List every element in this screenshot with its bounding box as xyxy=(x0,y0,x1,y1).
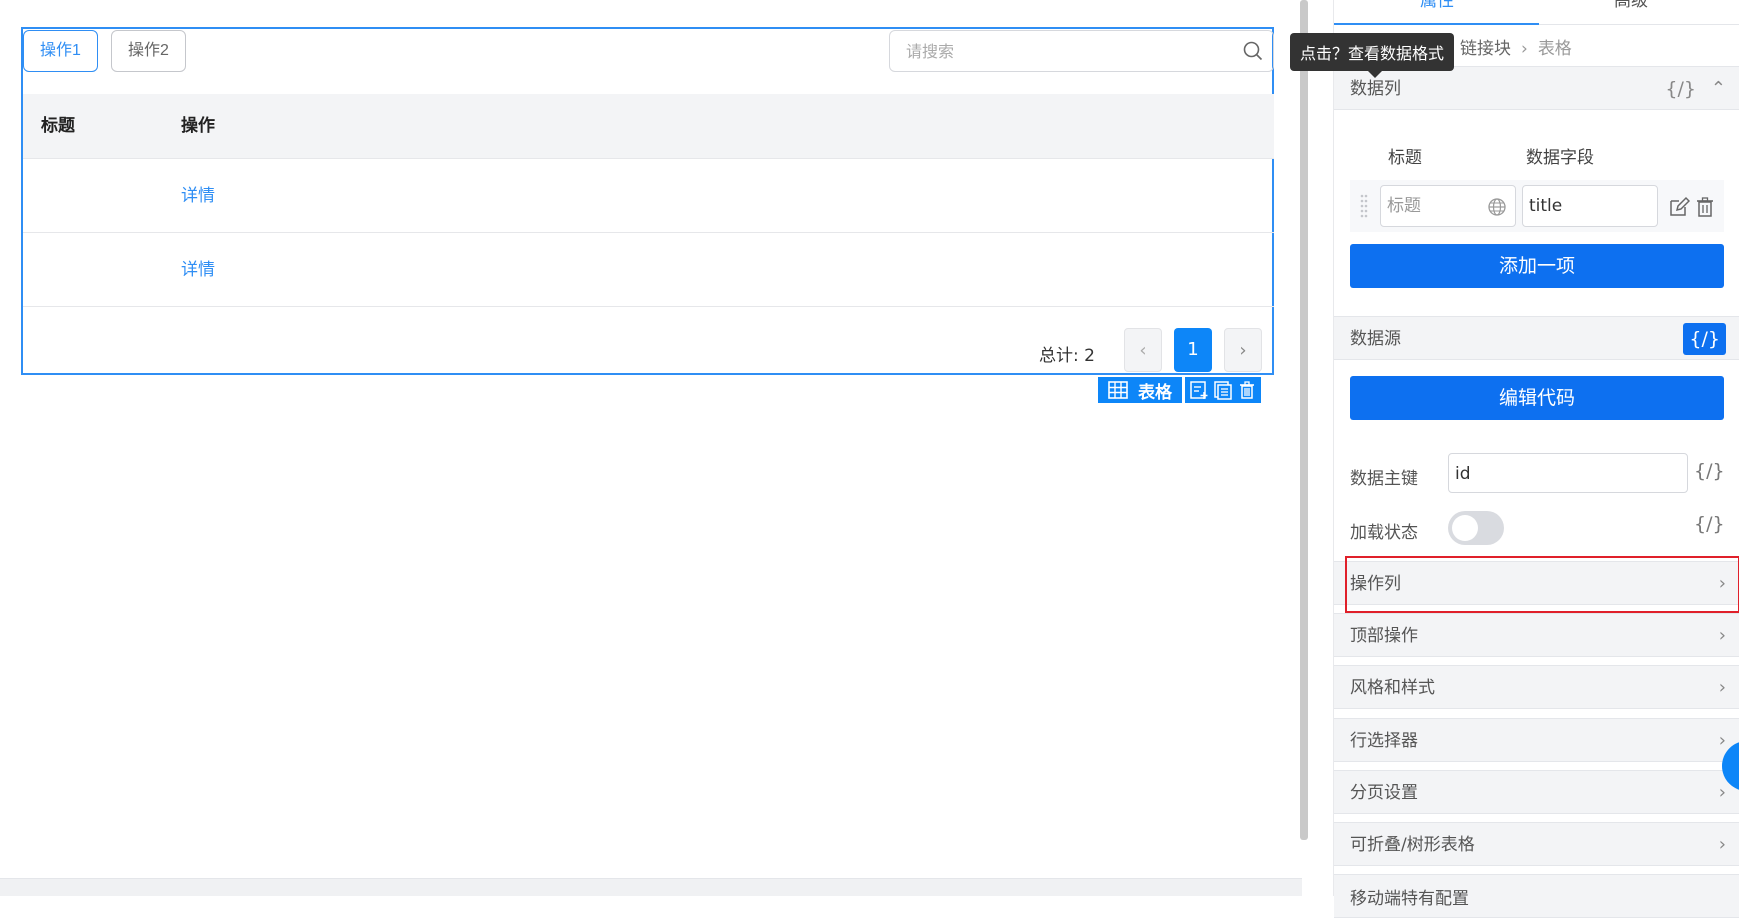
section-title: 数据源 xyxy=(1350,329,1401,349)
search-input[interactable] xyxy=(906,31,1206,71)
section-title: 风格和样式 xyxy=(1350,678,1435,698)
column-header-title[interactable]: 标题 xyxy=(41,94,75,159)
chevron-right-icon: › xyxy=(1718,834,1726,855)
drag-handle-icon[interactable] xyxy=(1360,194,1368,218)
component-actions xyxy=(1185,377,1261,403)
add-item-button[interactable]: 添加一项 xyxy=(1350,244,1724,288)
component-toolbar: 表格 xyxy=(1098,377,1261,403)
loading-state-label: 加载状态 xyxy=(1350,523,1418,543)
table-component[interactable]: 操作1 操作2 标题 操作 详情 详情 总计: 2 ‹ 1 › xyxy=(21,27,1274,375)
section-tree-table[interactable]: 可折叠/树形表格 › xyxy=(1334,822,1739,866)
total-count: 总计: 2 xyxy=(1039,346,1095,366)
code-icon[interactable]: {/} xyxy=(1683,323,1726,355)
tab-attributes[interactable]: 属性 xyxy=(1420,0,1454,11)
column-title-input[interactable] xyxy=(1387,186,1487,226)
chevron-up-icon[interactable]: ⌃ xyxy=(1711,67,1726,111)
section-pagination[interactable]: 分页设置 › xyxy=(1334,770,1739,814)
horizontal-scrollbar[interactable] xyxy=(0,878,1302,896)
edit-icon[interactable] xyxy=(1668,196,1690,218)
section-action-column[interactable]: 操作列 › xyxy=(1334,561,1739,605)
loading-state-toggle[interactable] xyxy=(1448,511,1504,545)
primary-key-field[interactable] xyxy=(1448,453,1688,494)
primary-key-input[interactable] xyxy=(1455,454,1675,494)
panel-tabs: 属性 高级 xyxy=(1334,0,1739,25)
editor-canvas: 操作1 操作2 标题 操作 详情 详情 总计: 2 ‹ 1 › xyxy=(0,0,1302,878)
primary-key-label: 数据主键 xyxy=(1350,469,1418,489)
component-type-label: 表格 xyxy=(1138,382,1172,403)
chevron-right-icon: › xyxy=(1718,677,1726,698)
component-type-tag[interactable]: 表格 xyxy=(1098,377,1182,403)
section-title: 分页设置 xyxy=(1350,783,1418,803)
column-config-row xyxy=(1350,180,1724,232)
section-data-source[interactable]: 数据源 {/} xyxy=(1334,316,1739,360)
vertical-scrollbar[interactable] xyxy=(1300,0,1308,840)
action-2-button[interactable]: 操作2 xyxy=(111,30,186,72)
delete-icon[interactable] xyxy=(1237,380,1257,400)
edit-code-button[interactable]: 编辑代码 xyxy=(1350,376,1724,420)
breadcrumb-parent[interactable]: 链接块 xyxy=(1460,39,1511,59)
pagination-next-button[interactable]: › xyxy=(1224,328,1262,372)
chevron-right-icon: › xyxy=(1718,573,1726,594)
section-title: 顶部操作 xyxy=(1350,626,1418,646)
section-style[interactable]: 风格和样式 › xyxy=(1334,665,1739,709)
table-row: 详情 xyxy=(23,234,1274,307)
section-row-selector[interactable]: 行选择器 › xyxy=(1334,718,1739,762)
column-header-action[interactable]: 操作 xyxy=(181,94,215,159)
section-title: 操作列 xyxy=(1350,574,1401,594)
section-title: 移动端特有配置 xyxy=(1350,889,1469,909)
code-icon[interactable]: {/} xyxy=(1694,460,1725,482)
pagination-page-1[interactable]: 1 xyxy=(1174,328,1212,372)
section-title: 行选择器 xyxy=(1350,731,1418,751)
chevron-left-icon: ‹ xyxy=(1139,340,1147,361)
detail-link[interactable]: 详情 xyxy=(181,160,215,233)
table-icon xyxy=(1108,381,1128,399)
section-top-actions[interactable]: 顶部操作 › xyxy=(1334,613,1739,657)
section-mobile-config[interactable]: 移动端特有配置 xyxy=(1334,874,1739,918)
search-field[interactable] xyxy=(889,30,1274,72)
chevron-right-icon: › xyxy=(1718,625,1726,646)
insert-icon[interactable] xyxy=(1189,380,1209,400)
tab-advanced[interactable]: 高级 xyxy=(1614,0,1648,11)
breadcrumb-current: 表格 xyxy=(1537,39,1572,59)
code-icon[interactable]: {/} xyxy=(1665,67,1696,111)
column-title-field[interactable] xyxy=(1380,185,1516,227)
table-row: 详情 xyxy=(23,160,1274,233)
globe-icon[interactable] xyxy=(1487,197,1507,217)
copy-icon[interactable] xyxy=(1213,380,1233,400)
column-header-title-label: 标题 xyxy=(1388,148,1422,168)
section-title: 可折叠/树形表格 xyxy=(1350,835,1475,855)
pagination-prev-button[interactable]: ‹ xyxy=(1124,328,1162,372)
action-1-button[interactable]: 操作1 xyxy=(23,30,98,72)
data-format-tooltip: 点击？查看数据格式 xyxy=(1290,33,1455,78)
table-header: 标题 操作 xyxy=(23,94,1274,159)
active-tab-indicator xyxy=(1334,23,1539,25)
column-field-input[interactable] xyxy=(1529,186,1629,226)
toggle-knob xyxy=(1452,515,1478,541)
chevron-right-icon: › xyxy=(1239,340,1247,361)
chevron-right-icon: › xyxy=(1521,39,1528,59)
column-field-field[interactable] xyxy=(1522,185,1658,227)
section-data-columns[interactable]: 数据列 {/} ⌃ xyxy=(1334,66,1739,110)
column-header-field-label: 数据字段 xyxy=(1526,148,1594,168)
delete-icon[interactable] xyxy=(1694,196,1716,218)
search-icon[interactable] xyxy=(1243,41,1263,61)
property-panel: 属性 高级 链接块 › 表格 数据列 {/} ⌃ 标题 数据字段 标题 titl… xyxy=(1333,0,1739,918)
code-icon[interactable]: {/} xyxy=(1694,513,1725,535)
detail-link[interactable]: 详情 xyxy=(181,234,215,307)
breadcrumb: 链接块 › 表格 xyxy=(1460,34,1572,59)
